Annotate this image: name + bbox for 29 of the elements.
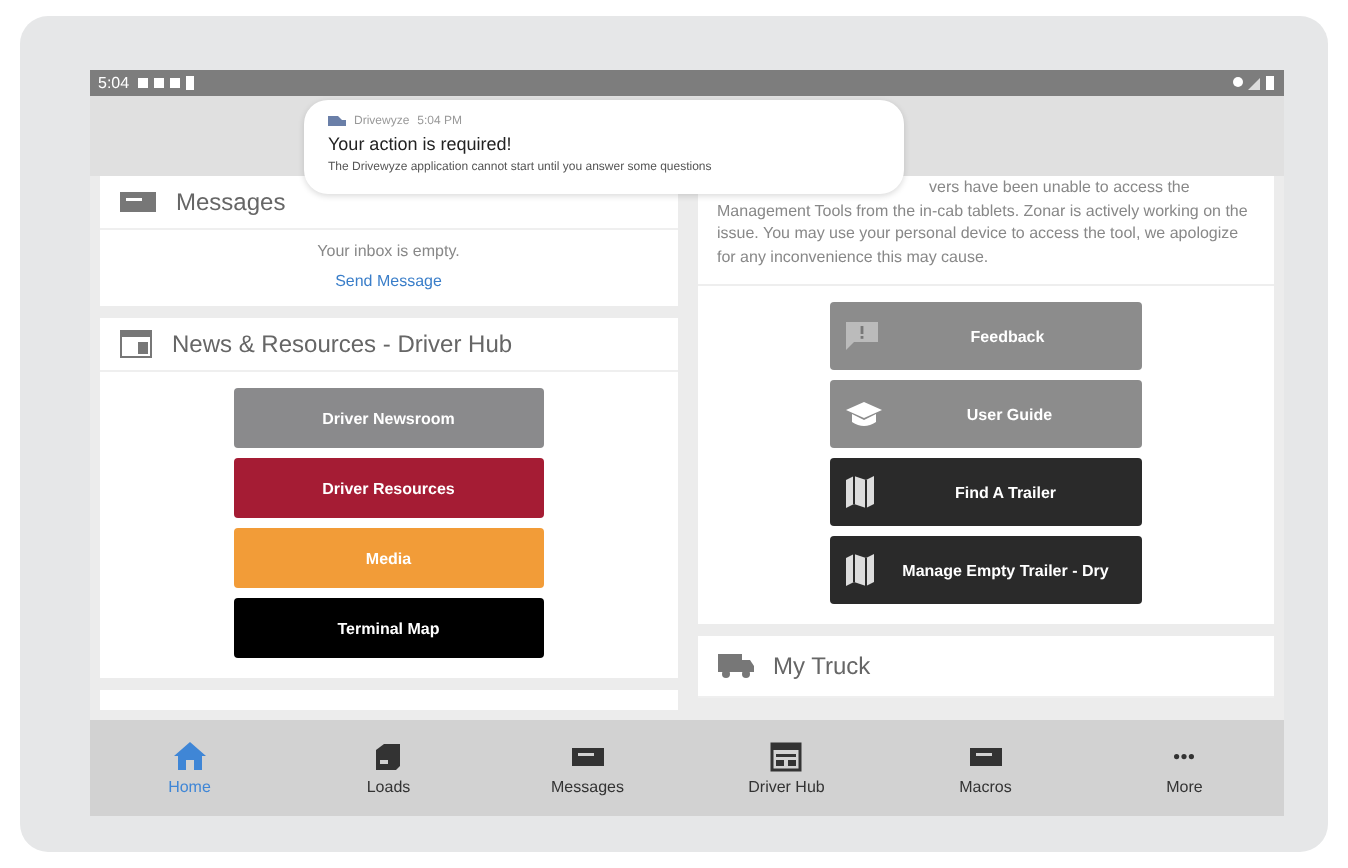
- map-icon: [845, 476, 874, 508]
- message-icon: [120, 192, 156, 212]
- nav-tab[interactable]: Driver Hub: [716, 741, 857, 795]
- hub-button[interactable]: Driver Resources: [233, 458, 544, 518]
- status-icons: [137, 76, 198, 90]
- box-icon: [372, 741, 405, 771]
- graduation-cap-icon: [845, 400, 882, 428]
- calendar-icon: [770, 741, 803, 771]
- speech-bubble-icon: [845, 322, 878, 350]
- truck-icon: [717, 654, 753, 678]
- nav-tab[interactable]: Macros: [915, 741, 1056, 795]
- send-message-link[interactable]: Send Message: [335, 272, 442, 290]
- card-title: News & Resources - Driver Hub: [172, 330, 513, 358]
- tool-button[interactable]: Manage Empty Trailer - Dry: [829, 536, 1142, 604]
- system-icons: [1232, 76, 1276, 90]
- more-icon: [1174, 753, 1195, 759]
- map-icon: [845, 554, 874, 586]
- newspaper-icon: [120, 330, 152, 358]
- notification-title: Your action is required!: [328, 134, 514, 154]
- hub-button[interactable]: Terminal Map: [233, 598, 544, 658]
- status-time: 5:04: [98, 74, 130, 92]
- home-icon: [173, 741, 206, 771]
- nav-tab[interactable]: Loads: [318, 741, 459, 795]
- tool-button[interactable]: Find A Trailer: [829, 458, 1142, 526]
- card-title: My Truck: [773, 652, 871, 680]
- empty-message: Your inbox is empty.: [317, 242, 460, 260]
- nav-tab[interactable]: Messages: [517, 741, 658, 795]
- nav-tab[interactable]: More: [1114, 741, 1255, 795]
- card-title: Messages: [176, 188, 286, 216]
